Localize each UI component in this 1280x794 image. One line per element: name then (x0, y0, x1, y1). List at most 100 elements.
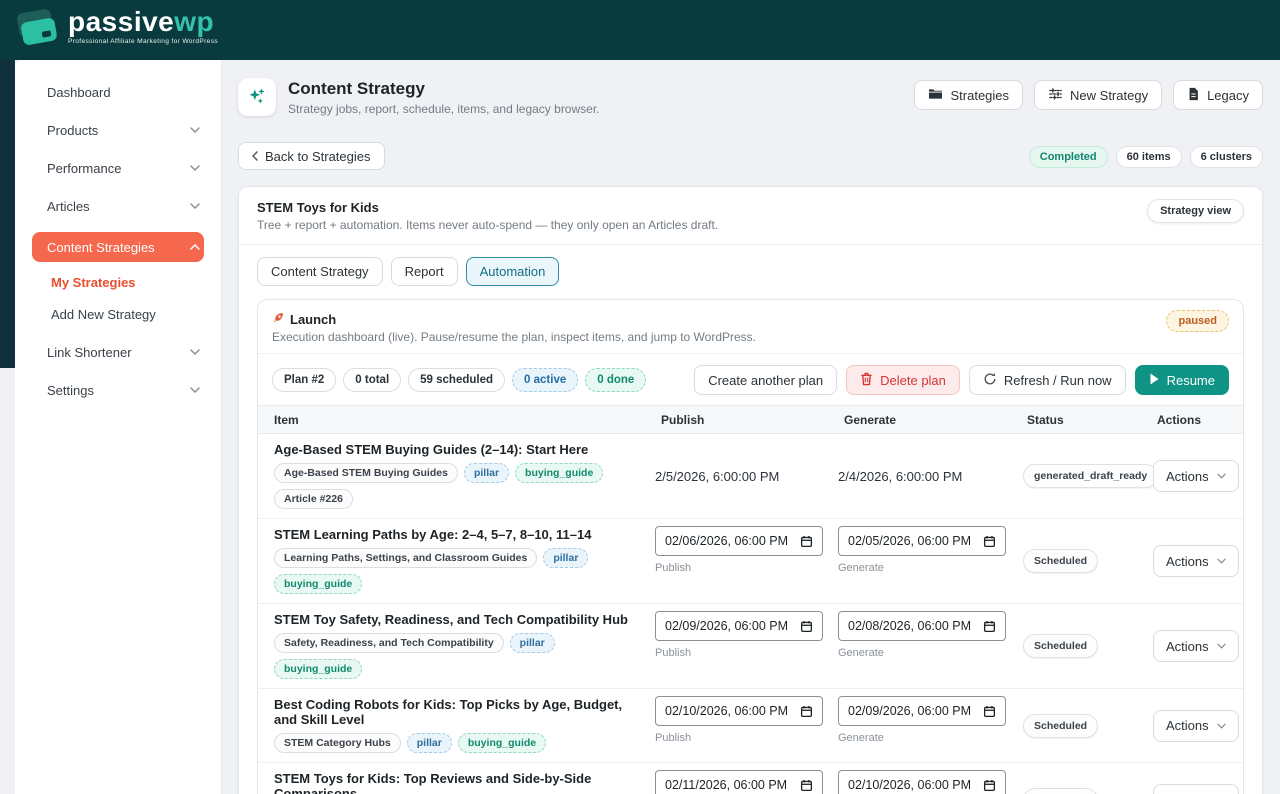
legacy-button[interactable]: Legacy (1173, 80, 1263, 110)
generate-datetime-input[interactable]: 02/09/2026, 06:00 PM (838, 696, 1006, 726)
generate-cell: 2/4/2026, 6:00:00 PM (832, 434, 1015, 518)
strategy-view-button[interactable]: Strategy view (1147, 199, 1244, 223)
paused-badge: paused (1166, 310, 1229, 332)
actions-label: Actions (1166, 469, 1209, 484)
actions-dropdown-button[interactable]: Actions (1153, 545, 1239, 577)
item-tag: pillar (543, 548, 588, 568)
item-tag: buying_guide (274, 574, 362, 594)
publish-datetime-input[interactable]: 02/11/2026, 06:00 PM (655, 770, 823, 794)
table-row: STEM Learning Paths by Age: 2–4, 5–7, 8–… (258, 519, 1243, 604)
generate-cell: 02/08/2026, 06:00 PM Generate (832, 604, 1015, 688)
item-tag: Learning Paths, Settings, and Classroom … (274, 548, 537, 568)
plan-number-badge: Plan #2 (272, 368, 336, 392)
done-count-badge: 0 done (585, 368, 646, 392)
publish-datetime-input[interactable]: 02/10/2026, 06:00 PM (655, 696, 823, 726)
actions-label: Actions (1166, 718, 1209, 733)
delete-plan-button[interactable]: Delete plan (846, 365, 960, 395)
item-tag: Safety, Readiness, and Tech Compatibilit… (274, 633, 504, 653)
calendar-icon[interactable] (983, 620, 996, 633)
sparkles-icon (238, 78, 276, 116)
item-tags: Safety, Readiness, and Tech Compatibilit… (274, 633, 637, 679)
strategy-subtitle: Tree + report + automation. Items never … (257, 218, 1244, 232)
back-to-strategies-button[interactable]: Back to Strategies (238, 142, 385, 170)
chevron-down-icon (190, 127, 200, 133)
actions-dropdown-button[interactable]: Actions (1153, 460, 1239, 492)
launch-title: Launch (290, 312, 336, 327)
plan-stats: Plan #2 0 total 59 scheduled 0 active 0 … (272, 368, 646, 392)
chevron-down-icon (1217, 643, 1226, 649)
status-badge: Scheduled (1023, 714, 1098, 738)
new-strategy-button[interactable]: New Strategy (1034, 80, 1162, 110)
sidebar-item-link-shortener[interactable]: Link Shortener (32, 340, 204, 364)
refresh-icon (983, 372, 997, 389)
table-row: Best Coding Robots for Kids: Top Picks b… (258, 689, 1243, 763)
sidebar-item-performance[interactable]: Performance (32, 156, 204, 180)
sidebar-subitem-my-strategies[interactable]: My Strategies (32, 272, 204, 294)
status-badge: Scheduled (1023, 549, 1098, 573)
table-row: STEM Toy Safety, Readiness, and Tech Com… (258, 604, 1243, 689)
trash-icon (860, 372, 873, 389)
generate-datetime-input[interactable]: 02/08/2026, 06:00 PM (838, 611, 1006, 641)
item-tag: pillar (407, 733, 452, 753)
sidebar-item-dashboard[interactable]: Dashboard (32, 80, 204, 104)
refresh-run-now-button[interactable]: Refresh / Run now (969, 365, 1126, 395)
item-title: Age-Based STEM Buying Guides (2–14): Sta… (274, 442, 637, 457)
item-title: STEM Toys for Kids: Top Reviews and Side… (274, 771, 637, 794)
chevron-down-icon (190, 387, 200, 393)
sliders-icon (1048, 87, 1063, 104)
actions-dropdown-button[interactable]: Actions (1153, 630, 1239, 662)
create-another-plan-button[interactable]: Create another plan (694, 365, 837, 395)
calendar-icon[interactable] (983, 535, 996, 548)
total-count-badge: 0 total (343, 368, 401, 392)
calendar-icon[interactable] (800, 620, 813, 633)
calendar-icon[interactable] (800, 705, 813, 718)
chevron-up-icon (190, 244, 200, 250)
calendar-icon[interactable] (800, 535, 813, 548)
calendar-icon[interactable] (983, 779, 996, 792)
chevron-down-icon (190, 165, 200, 171)
publish-field-label: Publish (655, 562, 818, 574)
item-tag: buying_guide (515, 463, 603, 483)
tab-report[interactable]: Report (391, 257, 458, 286)
sidebar-item-settings[interactable]: Settings (32, 378, 204, 402)
publish-cell: 02/06/2026, 06:00 PM Publish (649, 519, 832, 603)
actions-dropdown-button[interactable]: Actions (1153, 710, 1239, 742)
generate-datetime-input[interactable]: 02/10/2026, 06:00 PM (838, 770, 1006, 794)
item-title: STEM Toy Safety, Readiness, and Tech Com… (274, 612, 637, 627)
publish-cell: 2/5/2026, 6:00:00 PM (649, 434, 832, 518)
item-tag: Age-Based STEM Buying Guides (274, 463, 458, 483)
publish-datetime-input[interactable]: 02/06/2026, 06:00 PM (655, 526, 823, 556)
actions-dropdown-button[interactable]: Actions (1153, 784, 1239, 794)
item-tags: STEM Category Hubspillarbuying_guide (274, 733, 637, 753)
resume-button[interactable]: Resume (1135, 365, 1229, 395)
sidebar-subitem-add-new-strategy[interactable]: Add New Strategy (32, 304, 204, 326)
generate-field-label: Generate (838, 647, 1001, 659)
generate-datetime-input[interactable]: 02/05/2026, 06:00 PM (838, 526, 1006, 556)
publish-cell: 02/09/2026, 06:00 PM Publish (649, 604, 832, 688)
tab-automation[interactable]: Automation (466, 257, 560, 286)
publish-datetime-input[interactable]: 02/09/2026, 06:00 PM (655, 611, 823, 641)
sidebar-item-products[interactable]: Products (32, 118, 204, 142)
publish-datetime-text: 2/5/2026, 6:00:00 PM (655, 469, 818, 484)
logo-mark-icon (16, 7, 60, 49)
column-header-generate: Generate (832, 413, 1015, 427)
status-badge-completed: Completed (1029, 146, 1108, 168)
chevron-down-icon (190, 349, 200, 355)
status-badge: generated_draft_ready (1023, 464, 1158, 488)
sidebar-item-articles[interactable]: Articles (32, 194, 204, 218)
generate-field-label: Generate (838, 562, 1001, 574)
sidebar-item-content-strategies[interactable]: Content Strategies (32, 232, 204, 262)
publish-field-label: Publish (655, 647, 818, 659)
rocket-icon (272, 311, 285, 327)
brand-logo: passivewp Professional Affiliate Marketi… (16, 7, 218, 49)
tab-content-strategy[interactable]: Content Strategy (257, 257, 383, 286)
calendar-icon[interactable] (983, 705, 996, 718)
item-title: STEM Learning Paths by Age: 2–4, 5–7, 8–… (274, 527, 637, 542)
brand-name: passivewp (68, 7, 218, 37)
items-count-badge: 60 items (1116, 146, 1182, 168)
play-icon (1149, 373, 1160, 388)
table-row: STEM Toys for Kids: Top Reviews and Side… (258, 763, 1243, 794)
calendar-icon[interactable] (800, 779, 813, 792)
item-tag: pillar (510, 633, 555, 653)
strategies-button[interactable]: Strategies (914, 80, 1023, 110)
